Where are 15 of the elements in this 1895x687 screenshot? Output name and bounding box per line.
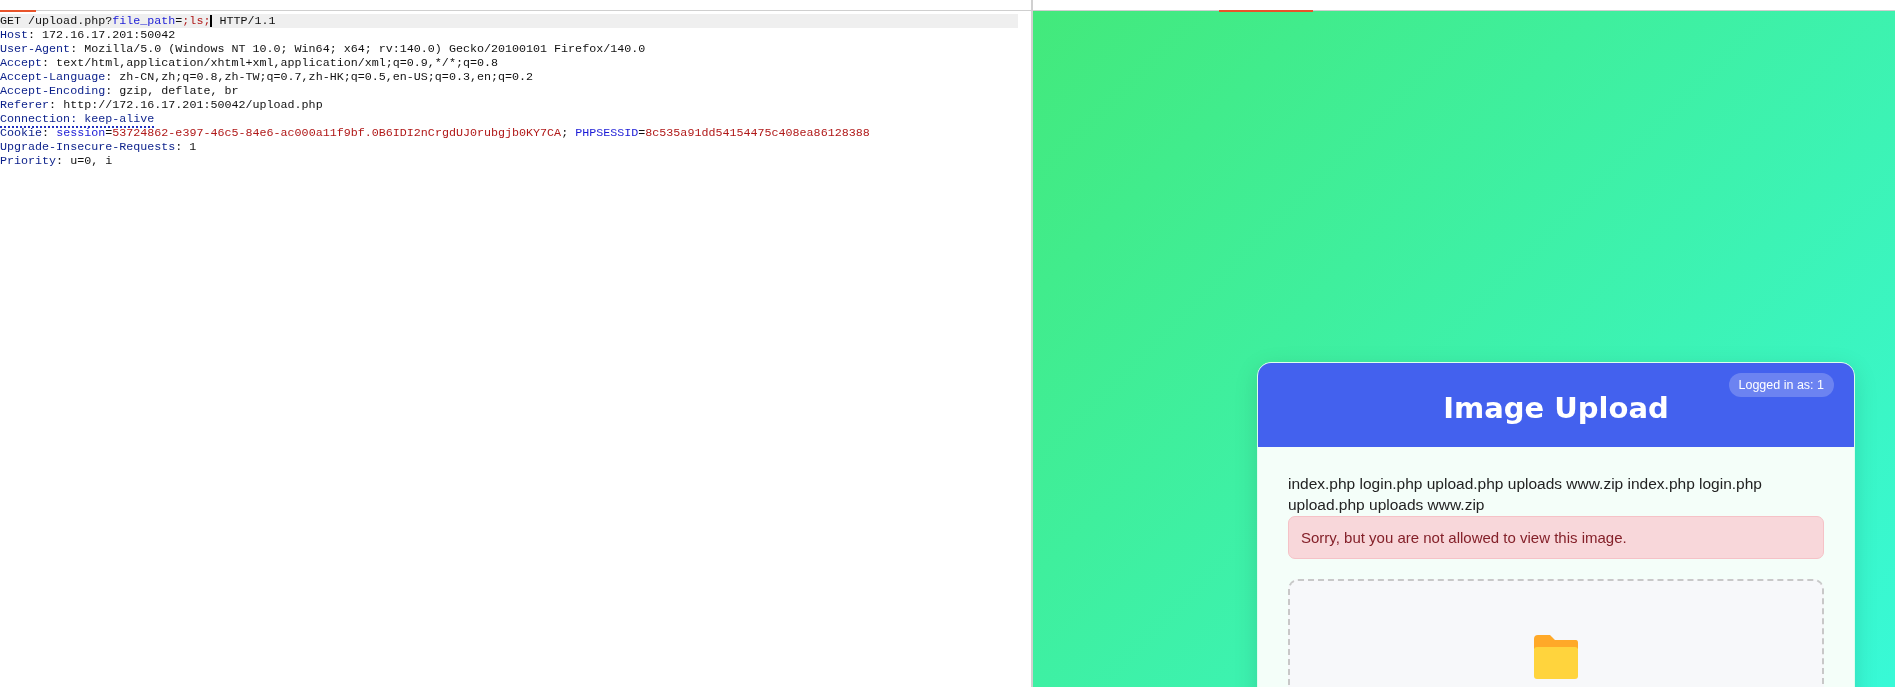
user-badge: Logged in as: 1: [1728, 373, 1834, 397]
request-line: Referer: http://172.16.17.201:50042/upload.php: [0, 98, 324, 112]
card-title: Image Upload: [1443, 390, 1669, 425]
request-line: Host: 172.16.17.201:50042: [0, 28, 177, 42]
request-line: Upgrade-Insecure-Requests: 1: [0, 140, 198, 154]
request-line: Accept-Encoding: gzip, deflate, br: [0, 84, 240, 98]
request-line: Cookie: session=53724862-e397-46c5-84e6-ac000a11f9bf.0B6IDI2nCrgdUJ0rubgjb0KY7CA; PHPSESSID=8c535a91dd54154475c408ea86128388: [0, 126, 871, 140]
alert-message: Sorry, but you are not allowed to view this image.: [1288, 516, 1824, 559]
request-line: Priority: u=0, i: [0, 154, 114, 168]
request-line: Accept: text/html,application/xhtml+xml,application/xml;q=0.9,*/*;q=0.8: [0, 56, 499, 70]
request-line: Accept-Language: zh-CN,zh;q=0.8,zh-TW;q=0.7,zh-HK;q=0.5,en-US;q=0.3,en;q=0.2: [0, 70, 535, 84]
folder-icon: [1532, 635, 1580, 679]
request-line: Connection: keep-alive: [0, 112, 156, 126]
request-line: User-Agent: Mozilla/5.0 (Windows NT 10.0; Win64; x64; rv:140.0) Gecko/20100101 Firefox/140.0: [0, 42, 647, 56]
command-output: index.php login.php upload.php uploads www.zip index.php login.php upload.php uploads www.zip: [1288, 474, 1763, 515]
